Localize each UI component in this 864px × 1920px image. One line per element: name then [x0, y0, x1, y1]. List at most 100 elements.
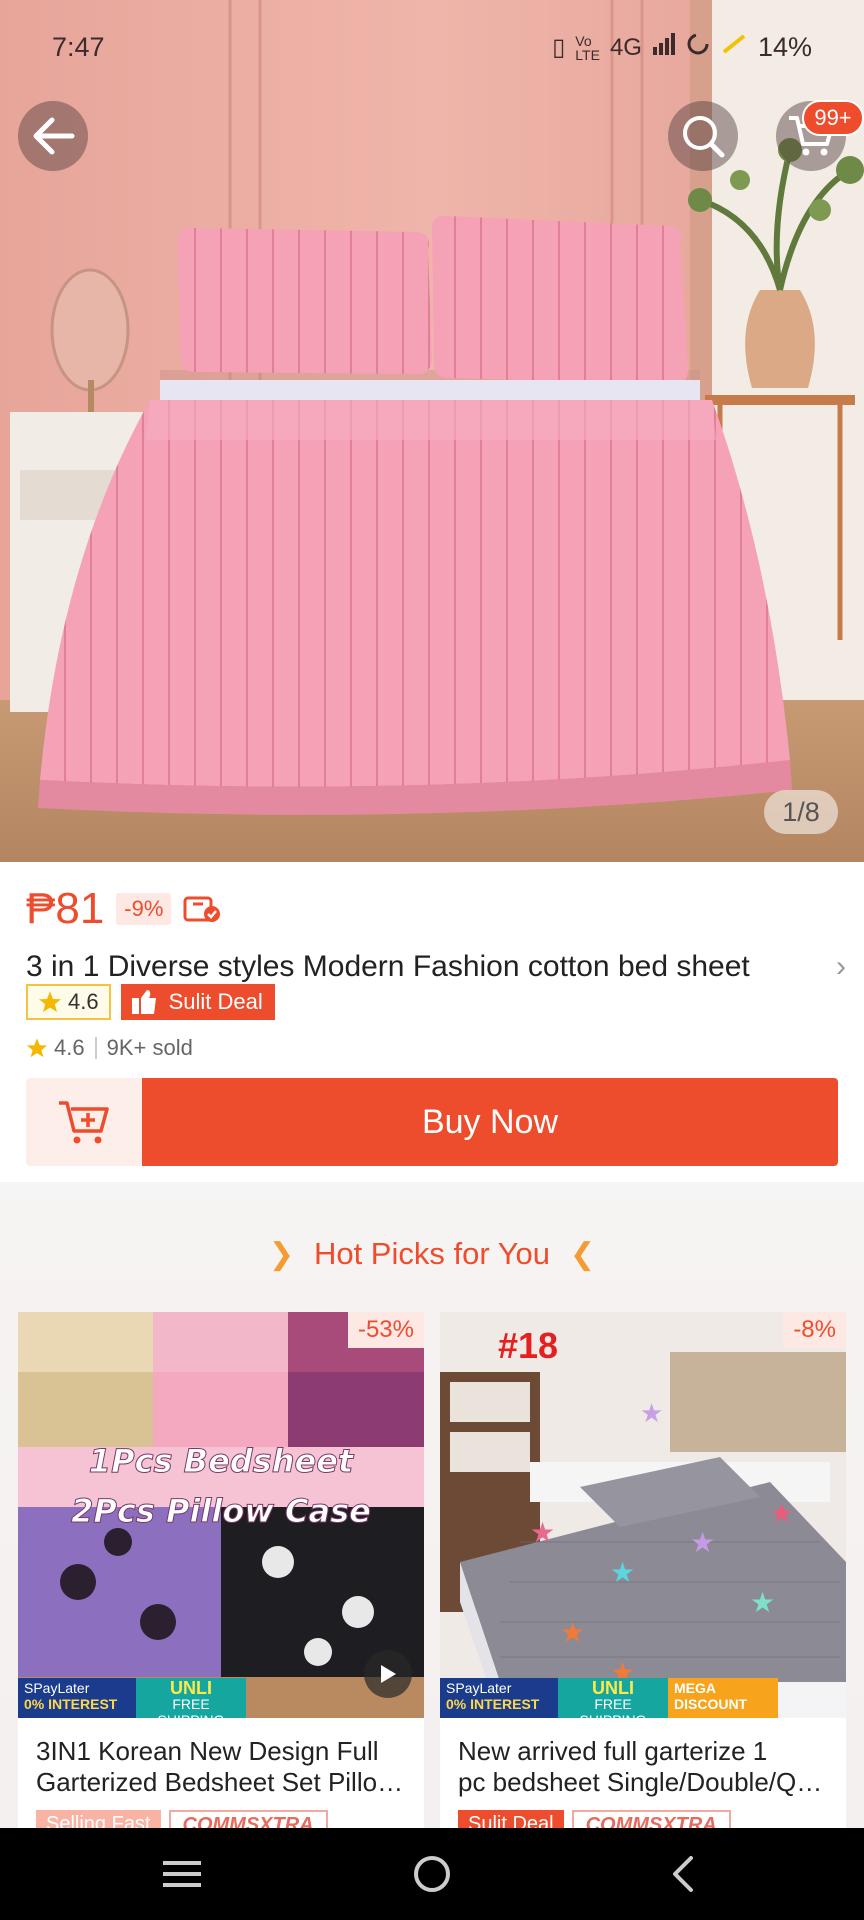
back-button[interactable] — [18, 101, 88, 171]
decoration-left-icon: ❯ — [268, 1237, 294, 1271]
card-discount-badge: -53% — [347, 1312, 424, 1348]
promo-banner: SPayLater0% INTEREST UNLIFREE SHIPPING M… — [440, 1678, 846, 1718]
unli-shipping-banner: UNLIFREE SHIPPING — [558, 1678, 668, 1718]
play-icon — [381, 1665, 396, 1683]
unli-label: UNLI — [592, 1678, 634, 1698]
discount-badge: -9% — [116, 893, 172, 925]
card-product-name: New arrived full garterize 1 pc bedsheet… — [458, 1736, 834, 1798]
card-name-line-2: Garterized Bedsheet Set Pillowcase — [36, 1767, 412, 1797]
star-decoration: ★ — [530, 1517, 555, 1548]
star-decoration: ★ — [560, 1617, 585, 1648]
card-name-line-1: 3IN1 Korean New Design Full — [36, 1736, 379, 1766]
hot-picks-title: Hot Picks for You — [313, 1236, 551, 1271]
home-button[interactable] — [387, 1846, 477, 1902]
star-decoration: ★ — [690, 1527, 715, 1558]
selling-fast-tag: Selling Fast — [36, 1810, 161, 1828]
menu-icon — [163, 1861, 201, 1887]
buy-now-button[interactable]: Buy Now — [142, 1078, 838, 1166]
back-arrow-icon — [33, 117, 75, 155]
system-navigation-bar — [0, 1828, 864, 1920]
badges-row: 4.6 Sulit Deal — [26, 984, 275, 1020]
sync-icon — [686, 32, 710, 63]
product-title: 3 in 1 Diverse styles Modern Fashion cot… — [26, 950, 750, 983]
spaylater-interest: 0% INTEREST — [446, 1696, 540, 1712]
thumbnail-caption-2: 2Pcs Pillow Case — [71, 1492, 371, 1530]
system-back-button[interactable] — [637, 1846, 727, 1902]
stats-row: 4.6 9K+ sold — [26, 1035, 193, 1061]
commsxtra-tag: COMMSXTRA — [571, 1810, 731, 1828]
add-to-cart-icon — [59, 1101, 109, 1144]
battery-icon — [720, 32, 748, 63]
sold-count: 9K+ sold — [106, 1035, 193, 1060]
sulit-deal-badge: Sulit Deal — [120, 984, 275, 1020]
unli-label: UNLI — [170, 1678, 212, 1698]
card-tags: Sulit Deal COMMSXTRA — [458, 1810, 731, 1828]
divider — [94, 1037, 97, 1059]
card-tags: Selling Fast COMMSXTRA — [36, 1810, 328, 1828]
product-thumbnail-image: ★ ★ ★ ★ ★ ★ ★ ★ #18 — [440, 1312, 846, 1718]
rating-badge: 4.6 — [26, 984, 111, 1020]
star-icon — [26, 1038, 48, 1058]
product-title-row[interactable]: 3 in 1 Diverse styles Modern Fashion cot… — [26, 950, 846, 984]
search-icon — [683, 116, 725, 158]
sulit-deal-tag: Sulit Deal — [458, 1810, 564, 1828]
volte-icon: Vo LTE — [575, 32, 600, 63]
product-thumbnail-image: 1Pcs Bedsheet 2Pcs Pillow Case — [18, 1312, 424, 1718]
deal-label: Sulit Deal — [168, 989, 263, 1014]
product-card[interactable]: 1Pcs Bedsheet 2Pcs Pillow Case SPayLater… — [18, 1312, 424, 1828]
product-price: ₱81 — [26, 884, 105, 933]
status-time: 7:47 — [52, 32, 105, 62]
vibrate-icon: ▯ — [552, 34, 566, 61]
rating-badge-value: 4.6 — [68, 989, 99, 1014]
network-type: 4G — [609, 33, 642, 61]
product-thumbnail: 1Pcs Bedsheet 2Pcs Pillow Case SPayLater… — [18, 1312, 424, 1718]
app-root: 7:47 ▯ Vo LTE 4G 14% 99+ 1/8 ₱81 -9% 3 i… — [0, 0, 864, 1920]
hot-picks-section: ❯ Hot Picks for You ❮ 1Pcs Bedsheet 2Pcs… — [0, 1202, 864, 1828]
unli-shipping-banner: UNLIFREE SHIPPING — [136, 1678, 246, 1718]
free-shipping-label: FREE SHIPPING — [580, 1696, 647, 1718]
battery-level: 14% — [757, 32, 812, 62]
search-button[interactable] — [668, 101, 738, 171]
play-video-button[interactable] — [364, 1650, 412, 1698]
chevron-right-icon: › — [836, 950, 846, 983]
promo-banner: SPayLater0% INTEREST UNLIFREE SHIPPING — [18, 1678, 424, 1718]
hot-picks-header: ❯ Hot Picks for You ❮ — [0, 1236, 864, 1272]
rating-value: 4.6 — [54, 1035, 85, 1060]
signal-icon — [652, 33, 676, 62]
star-decoration: ★ — [610, 1557, 635, 1588]
decoration-right-icon: ❮ — [570, 1237, 596, 1271]
thumbnail-caption-1: #18 — [498, 1325, 558, 1366]
star-decoration: ★ — [640, 1398, 663, 1428]
commsxtra-tag: COMMSXTRA — [168, 1810, 328, 1828]
product-image-gallery[interactable]: 7:47 ▯ Vo LTE 4G 14% 99+ 1/8 — [0, 0, 864, 862]
add-to-cart-button[interactable] — [26, 1078, 142, 1166]
voucher-icon[interactable] — [183, 894, 223, 924]
card-name-line-1: New arrived full garterize 1 — [458, 1736, 768, 1766]
nav-back-icon — [673, 1856, 693, 1892]
cart-count-badge: 99+ — [802, 100, 864, 136]
free-shipping-label: FREE SHIPPING — [158, 1696, 225, 1718]
spaylater-label: SPayLater — [24, 1680, 90, 1696]
status-icons: ▯ Vo LTE 4G 14% — [552, 32, 812, 63]
spaylater-interest: 0% INTEREST — [24, 1696, 118, 1712]
recent-apps-button[interactable] — [137, 1846, 227, 1902]
purchase-actions: Buy Now — [26, 1078, 838, 1166]
mega-discount-banner: MEGA DISCOUNT — [668, 1678, 778, 1718]
star-decoration: ★ — [770, 1498, 793, 1528]
mega-label: MEGA — [674, 1680, 716, 1696]
product-thumbnail: ★ ★ ★ ★ ★ ★ ★ ★ #18 SPayLater 0% INTEREST… — [440, 1312, 846, 1718]
image-counter: 1/8 — [764, 790, 838, 834]
status-bar: 7:47 ▯ Vo LTE 4G 14% — [0, 0, 864, 96]
home-icon — [414, 1856, 450, 1892]
product-info-panel: ₱81 -9% 3 in 1 Diverse styles Modern Fas… — [0, 862, 864, 1182]
spaylater-label: SPayLater — [446, 1680, 512, 1696]
price-row: ₱81 -9% — [26, 884, 223, 934]
star-icon — [39, 991, 61, 1012]
card-product-name: 3IN1 Korean New Design Full Garterized B… — [36, 1736, 412, 1798]
deal-icon — [131, 990, 156, 1014]
spaylater-banner: SPayLater 0% INTEREST — [18, 1678, 136, 1718]
product-card[interactable]: ★ ★ ★ ★ ★ ★ ★ ★ #18 SPayLater 0% INTEREST… — [440, 1312, 846, 1828]
discount-label: DISCOUNT — [674, 1696, 748, 1712]
thumbnail-caption-1: 1Pcs Bedsheet — [89, 1442, 355, 1480]
card-name-line-2: pc bedsheet Single/Double/Queen — [458, 1767, 834, 1797]
